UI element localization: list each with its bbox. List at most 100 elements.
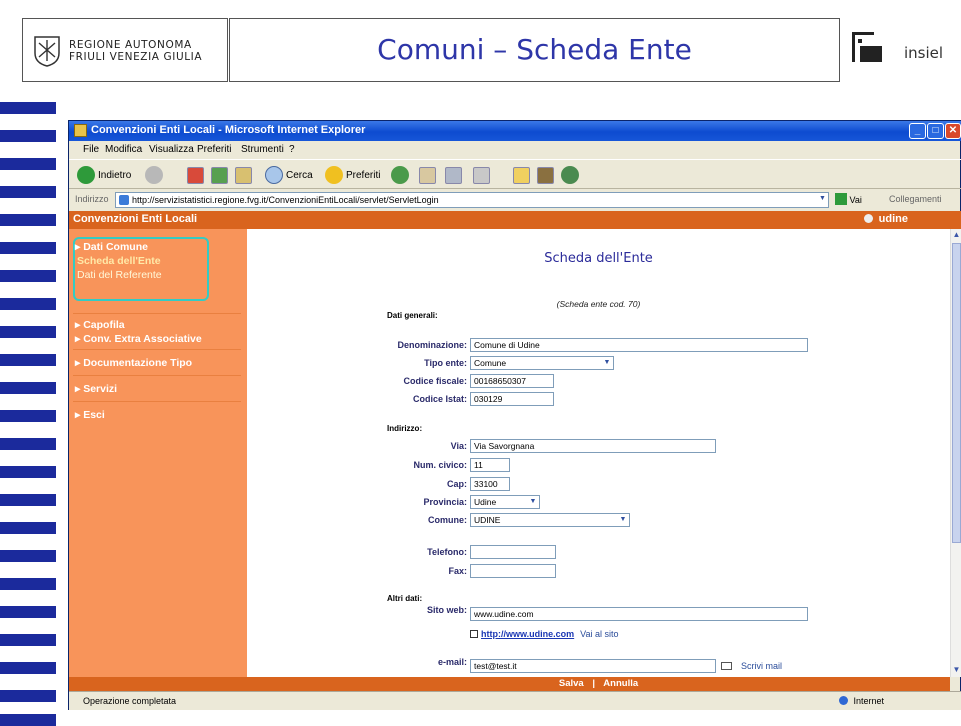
sidebar-divider — [73, 349, 241, 350]
favorites-button[interactable]: Preferiti — [325, 165, 380, 185]
print-button[interactable] — [445, 165, 462, 185]
go-arrow-icon — [835, 193, 847, 205]
mail-button[interactable] — [419, 165, 436, 185]
bottom-bar: Salva | Annulla — [247, 677, 950, 691]
num-civico-field[interactable]: 11 — [470, 458, 510, 472]
forward-button[interactable] — [145, 165, 163, 185]
stripe — [0, 466, 56, 478]
research-button[interactable] — [537, 165, 554, 185]
stripe — [0, 214, 56, 226]
bottom-bar-left — [69, 677, 247, 691]
codice-fiscale-field[interactable]: 00168650307 — [470, 374, 554, 388]
menu-bar: File Modifica Visualizza Preferiti Strum… — [69, 141, 961, 159]
sidebar-item-conv-extra[interactable]: ▸ Conv. Extra Associative — [75, 333, 202, 345]
region-name: REGIONE AUTONOMA FRIULI VENEZIA GIULIA — [69, 39, 202, 63]
messenger-button[interactable] — [561, 165, 579, 185]
entity-code: (Scheda ente cod. 70) — [556, 299, 641, 309]
slide: REGIONE AUTONOMA FRIULI VENEZIA GIULIA C… — [0, 0, 961, 726]
sidebar-divider — [73, 375, 241, 376]
stripe — [0, 354, 56, 366]
scroll-down-icon[interactable]: ▼ — [952, 665, 961, 675]
menu-preferiti[interactable]: Preferiti — [197, 144, 231, 155]
mail-toolbar-icon — [419, 166, 436, 184]
sidebar-item-servizi[interactable]: ▸ Servizi — [75, 383, 117, 395]
denominazione-field[interactable]: Comune di Udine — [470, 338, 808, 352]
region-crest-icon — [34, 36, 60, 67]
write-mail-link[interactable]: Scrivi mail — [741, 661, 782, 671]
sidebar-item-scheda-ente[interactable]: Scheda dell'Ente — [77, 255, 161, 267]
go-label: Vai — [849, 195, 862, 205]
stripe — [0, 522, 56, 534]
history-icon — [391, 166, 409, 184]
stripe — [0, 690, 56, 702]
scroll-up-icon[interactable]: ▲ — [952, 230, 961, 240]
close-icon[interactable]: ✕ — [945, 123, 961, 139]
menu-file[interactable]: File — [83, 144, 99, 155]
codice-istat-field[interactable]: 030129 — [470, 392, 554, 406]
stripe — [0, 578, 56, 590]
menu-strumenti[interactable]: Strumenti — [241, 144, 284, 155]
status-text: Operazione completata — [83, 696, 177, 706]
stripe — [0, 298, 56, 310]
label-tipo-ente: Tipo ente: — [424, 358, 467, 368]
section-indirizzo: Indirizzo: — [387, 424, 423, 433]
browser-window: Convenzioni Enti Locali - Microsoft Inte… — [68, 120, 961, 710]
address-bar: Indirizzo http://servizistatistici.regio… — [69, 189, 961, 211]
maximize-icon[interactable]: □ — [927, 123, 944, 139]
sidebar-label: Servizi — [83, 383, 118, 395]
scroll-thumb[interactable] — [952, 243, 961, 543]
links-label[interactable]: Collegamenti — [889, 194, 942, 204]
menu-help[interactable]: ? — [289, 144, 295, 155]
save-button[interactable]: Salva — [559, 678, 584, 689]
email-field[interactable]: test@test.it — [470, 659, 716, 673]
ie-icon — [74, 124, 87, 137]
label-telefono: Telefono: — [427, 547, 467, 557]
refresh-button[interactable] — [211, 165, 228, 185]
browser-titlebar: Convenzioni Enti Locali - Microsoft Inte… — [69, 121, 961, 141]
menu-visualizza[interactable]: Visualizza — [149, 144, 194, 155]
visit-site-link[interactable]: Vai al sito — [580, 629, 618, 639]
label-cap: Cap: — [447, 479, 467, 489]
edit-button[interactable] — [473, 165, 490, 185]
back-label: Indietro — [98, 169, 132, 181]
site-link[interactable]: http://www.udine.com — [481, 629, 574, 639]
browser-toolbar: Indietro Cerca Preferiti — [69, 159, 961, 189]
sidebar-item-capofila[interactable]: ▸ Capofila — [75, 319, 125, 331]
tipo-ente-select[interactable]: Comune ▼ — [470, 356, 614, 370]
section-altri-dati: Altri dati: — [387, 594, 423, 603]
sidebar-label: Documentazione Tipo — [83, 357, 193, 369]
label-sito-web: Sito web: — [427, 605, 467, 615]
cap-field[interactable]: 33100 — [470, 477, 510, 491]
slide-title: Comuni – Scheda Ente — [377, 33, 692, 66]
address-input[interactable]: http://servizistatistici.regione.fvg.it/… — [115, 192, 829, 208]
chevron-down-icon: ▼ — [619, 516, 627, 523]
go-button[interactable]: Vai — [835, 193, 862, 205]
via-field[interactable]: Via Savorgnana — [470, 439, 716, 453]
minimize-icon[interactable]: _ — [909, 123, 926, 139]
address-dropdown-icon[interactable]: ▼ — [819, 195, 826, 202]
comune-select[interactable]: UDINE ▼ — [470, 513, 630, 527]
sito-web-field[interactable]: www.udine.com — [470, 607, 808, 621]
menu-modifica[interactable]: Modifica — [105, 144, 142, 155]
stripe — [0, 550, 56, 562]
region-line-2: FRIULI VENEZIA GIULIA — [69, 51, 203, 63]
telefono-field[interactable] — [470, 545, 556, 559]
history-button[interactable] — [391, 165, 409, 185]
scrollbar[interactable]: ▲ ▼ — [950, 229, 961, 677]
provincia-select[interactable]: Udine ▼ — [470, 495, 540, 509]
cancel-button[interactable]: Annulla — [603, 678, 638, 689]
sidebar-divider — [73, 313, 241, 314]
favorites-label: Preferiti — [346, 169, 381, 181]
sidebar-item-documentazione[interactable]: ▸ Documentazione Tipo — [75, 357, 192, 369]
search-button[interactable]: Cerca — [265, 165, 313, 185]
stop-button[interactable] — [187, 165, 204, 185]
sidebar-item-dati-comune[interactable]: ▸ Dati Comune — [75, 241, 148, 253]
back-button[interactable]: Indietro — [77, 165, 131, 185]
home-button[interactable] — [235, 165, 252, 185]
separator: | — [592, 678, 595, 689]
sidebar-label: Capofila — [83, 319, 125, 331]
sidebar-item-dati-referente[interactable]: Dati del Referente — [77, 269, 162, 281]
fax-field[interactable] — [470, 564, 556, 578]
sidebar-item-esci[interactable]: ▸ Esci — [75, 409, 105, 421]
folder-button[interactable] — [513, 165, 530, 185]
